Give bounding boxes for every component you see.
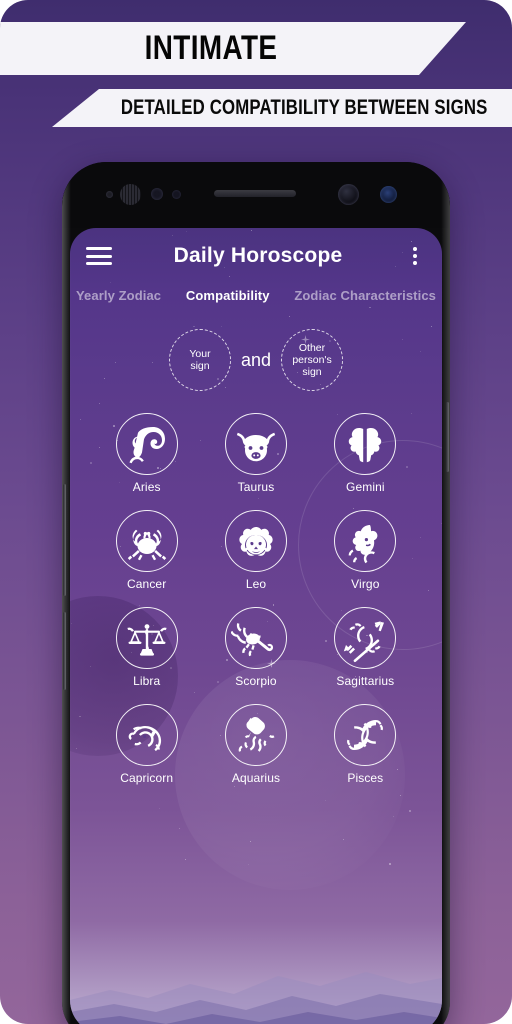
star-dot — [179, 827, 181, 829]
zodiac-sign-label: Scorpio — [235, 674, 277, 688]
your-sign-selector[interactable]: Your sign — [168, 329, 231, 391]
zodiac-sign-libra[interactable]: Libra — [92, 607, 201, 688]
tab-compatibility[interactable]: Compatibility — [186, 288, 270, 303]
zodiac-sign-label: Cancer — [127, 577, 167, 591]
your-sign-line2: sign — [190, 360, 210, 372]
star-dot — [408, 810, 411, 813]
phone-mockup: Daily Horoscope Yearly Zodiac Compatibil… — [62, 162, 450, 1024]
and-label: and — [240, 349, 272, 370]
zodiac-sign-label: Leo — [245, 577, 267, 591]
other-sign-line2: person's — [292, 354, 332, 366]
kebab-menu-icon[interactable] — [404, 247, 426, 265]
zodiac-sign-aquarius[interactable]: Aquarius — [201, 704, 310, 785]
capricorn-goat-icon[interactable] — [115, 704, 178, 766]
zodiac-sign-label: Libra — [133, 674, 161, 688]
phone-screen: Daily Horoscope Yearly Zodiac Compatibil… — [70, 228, 442, 1024]
libra-scales-icon[interactable] — [115, 607, 178, 669]
light-sensor-icon — [172, 190, 181, 199]
star-dot — [158, 807, 160, 809]
zodiac-sign-scorpio[interactable]: Scorpio — [201, 607, 310, 688]
app-bar: Daily Horoscope — [70, 228, 442, 284]
proximity-sensor-icon — [151, 188, 163, 200]
zodiac-grid: Aries Taurus Gemini Cancer Leo Virgo Lib… — [70, 413, 442, 785]
tab-bar: Yearly Zodiac Compatibility Zodiac Chara… — [70, 284, 442, 309]
zodiac-sign-gemini[interactable]: Gemini — [311, 413, 420, 494]
star-dot — [289, 316, 291, 318]
promo-subtitle-banner: DETAILED COMPATIBILITY BETWEEN SIGNS — [52, 89, 512, 127]
star-dot — [430, 325, 432, 327]
other-sign-selector[interactable]: Other person's sign — [281, 329, 344, 391]
promo-title: INTIMATE — [144, 29, 278, 67]
promo-card: INTIMATE DETAILED COMPATIBILITY BETWEEN … — [0, 0, 512, 1024]
tab-yearly-zodiac[interactable]: Yearly Zodiac — [76, 288, 161, 303]
power-button[interactable] — [446, 402, 449, 472]
phone-top-bezel — [62, 162, 450, 228]
zodiac-sign-sagittarius[interactable]: Sagittarius — [311, 607, 420, 688]
zodiac-sign-label: Aquarius — [231, 771, 281, 785]
other-sign-line1: Other — [298, 342, 326, 354]
volume-down-button[interactable] — [63, 612, 66, 690]
mountain-silhouette — [70, 914, 442, 1024]
sagittarius-archer-icon[interactable] — [334, 607, 397, 669]
aries-ram-icon[interactable] — [115, 413, 178, 475]
tab-zodiac-characteristics[interactable]: Zodiac Characteristics — [294, 288, 436, 303]
zodiac-sign-leo[interactable]: Leo — [201, 510, 310, 591]
star-dot — [388, 863, 391, 866]
front-camera-icon — [338, 184, 359, 205]
gemini-twins-icon[interactable] — [334, 413, 397, 475]
promo-title-banner: INTIMATE — [0, 22, 466, 75]
promo-subtitle: DETAILED COMPATIBILITY BETWEEN SIGNS — [120, 96, 488, 119]
star-dot — [220, 326, 222, 328]
earpiece-speaker-icon — [214, 190, 296, 197]
zodiac-sign-cancer[interactable]: Cancer — [92, 510, 201, 591]
zodiac-sign-label: Capricorn — [120, 771, 174, 785]
zodiac-sign-label: Gemini — [346, 480, 385, 494]
your-sign-line1: Your — [189, 348, 211, 360]
secondary-camera-icon — [380, 186, 397, 203]
star-dot — [98, 402, 100, 404]
zodiac-sign-label: Virgo — [351, 577, 380, 591]
iris-scanner-icon — [120, 184, 141, 205]
hamburger-menu-icon[interactable] — [86, 247, 112, 265]
virgo-maiden-icon[interactable] — [334, 510, 397, 572]
star-dot — [185, 858, 187, 860]
infrared-sensor-icon — [106, 191, 113, 198]
zodiac-sign-label: Taurus — [237, 480, 275, 494]
zodiac-sign-pisces[interactable]: Pisces — [311, 704, 420, 785]
zodiac-sign-capricorn[interactable]: Capricorn — [92, 704, 201, 785]
zodiac-sign-virgo[interactable]: Virgo — [311, 510, 420, 591]
zodiac-sign-label: Aries — [132, 480, 161, 494]
zodiac-sign-aries[interactable]: Aries — [92, 413, 201, 494]
pisces-fish-icon[interactable] — [334, 704, 397, 766]
leo-lion-icon[interactable] — [224, 510, 287, 572]
zodiac-sign-label: Pisces — [347, 771, 384, 785]
aquarius-waterbearer-icon[interactable] — [224, 704, 287, 766]
volume-up-button[interactable] — [63, 484, 66, 596]
sign-selector: Your sign and Other person's sign — [70, 329, 442, 391]
app-title: Daily Horoscope — [173, 244, 343, 267]
zodiac-sign-taurus[interactable]: Taurus — [201, 413, 310, 494]
other-sign-line3: sign — [302, 366, 322, 378]
scorpio-scorpion-icon[interactable] — [224, 607, 287, 669]
taurus-bull-icon[interactable] — [224, 413, 287, 475]
star-dot — [192, 325, 195, 328]
cancer-crab-icon[interactable] — [115, 510, 178, 572]
zodiac-sign-label: Sagittarius — [336, 674, 395, 688]
